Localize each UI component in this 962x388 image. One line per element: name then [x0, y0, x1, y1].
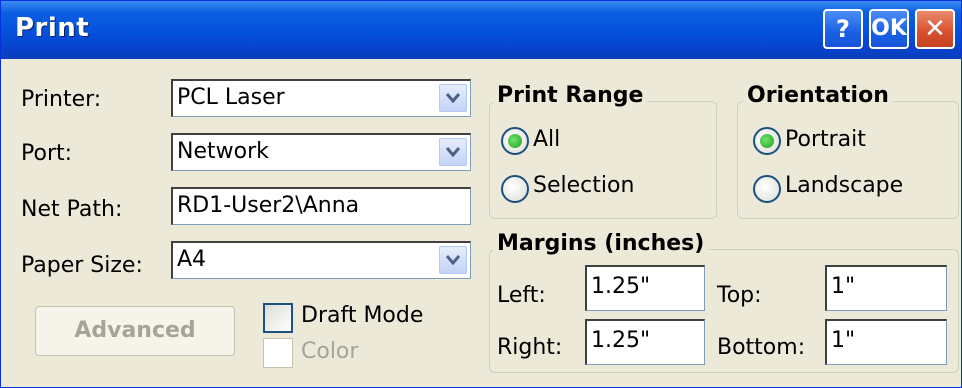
chevron-down-icon [446, 255, 460, 265]
draft-mode-label[interactable]: Draft Mode [301, 303, 423, 328]
close-button[interactable]: ✕ [915, 9, 955, 49]
help-button[interactable]: ? [823, 9, 863, 49]
orientation-landscape-radio[interactable] [753, 175, 781, 203]
printer-value: PCL Laser [177, 85, 285, 110]
paper-size-dropdown-button[interactable] [439, 246, 467, 274]
margin-bottom-label: Bottom: [717, 335, 806, 360]
margin-right-input[interactable]: 1.25" [585, 319, 705, 365]
print-range-all-radio[interactable] [501, 127, 529, 155]
port-value: Network [177, 139, 269, 164]
port-dropdown-button[interactable] [439, 138, 467, 166]
margin-left-label: Left: [497, 283, 546, 308]
paper-size-value: A4 [177, 247, 207, 272]
print-range-group [489, 101, 717, 219]
chevron-down-icon [446, 147, 460, 157]
orientation-landscape-label[interactable]: Landscape [785, 173, 903, 198]
orientation-portrait-radio[interactable] [753, 127, 781, 155]
advanced-button[interactable]: Advanced [35, 306, 235, 356]
print-range-selection-label[interactable]: Selection [533, 173, 634, 198]
print-dialog: Print ? OK ✕ Printer: PCL Laser Port: Ne… [0, 0, 962, 388]
close-icon: ✕ [924, 14, 946, 44]
radio-selected-dot [508, 134, 522, 148]
print-range-all-label[interactable]: All [533, 127, 560, 152]
margin-right-label: Right: [497, 335, 563, 360]
ok-button[interactable]: OK [869, 9, 909, 49]
color-label: Color [301, 339, 359, 364]
paper-size-label: Paper Size: [21, 253, 143, 278]
color-checkbox [263, 338, 293, 368]
margin-left-input[interactable]: 1.25" [585, 265, 705, 311]
printer-label: Printer: [21, 87, 102, 112]
draft-mode-checkbox[interactable] [263, 303, 293, 333]
margins-title: Margins (inches) [493, 231, 709, 256]
printer-dropdown-button[interactable] [439, 84, 467, 112]
margin-bottom-input[interactable]: 1" [825, 319, 947, 365]
orientation-title: Orientation [743, 83, 893, 108]
radio-selected-dot [760, 134, 774, 148]
margin-top-label: Top: [717, 283, 762, 308]
port-dropdown[interactable]: Network [171, 133, 471, 171]
title-bar[interactable]: Print ? OK ✕ [1, 1, 961, 59]
print-range-title: Print Range [493, 83, 648, 108]
printer-dropdown[interactable]: PCL Laser [171, 79, 471, 117]
margin-top-input[interactable]: 1" [825, 265, 947, 311]
print-range-selection-radio[interactable] [501, 175, 529, 203]
net-path-input[interactable]: RD1-User2\Anna [171, 187, 471, 225]
chevron-down-icon [446, 93, 460, 103]
paper-size-dropdown[interactable]: A4 [171, 241, 471, 279]
port-label: Port: [21, 141, 73, 166]
dialog-title: Print [15, 13, 90, 43]
net-path-label: Net Path: [21, 197, 123, 222]
orientation-portrait-label[interactable]: Portrait [785, 127, 866, 152]
